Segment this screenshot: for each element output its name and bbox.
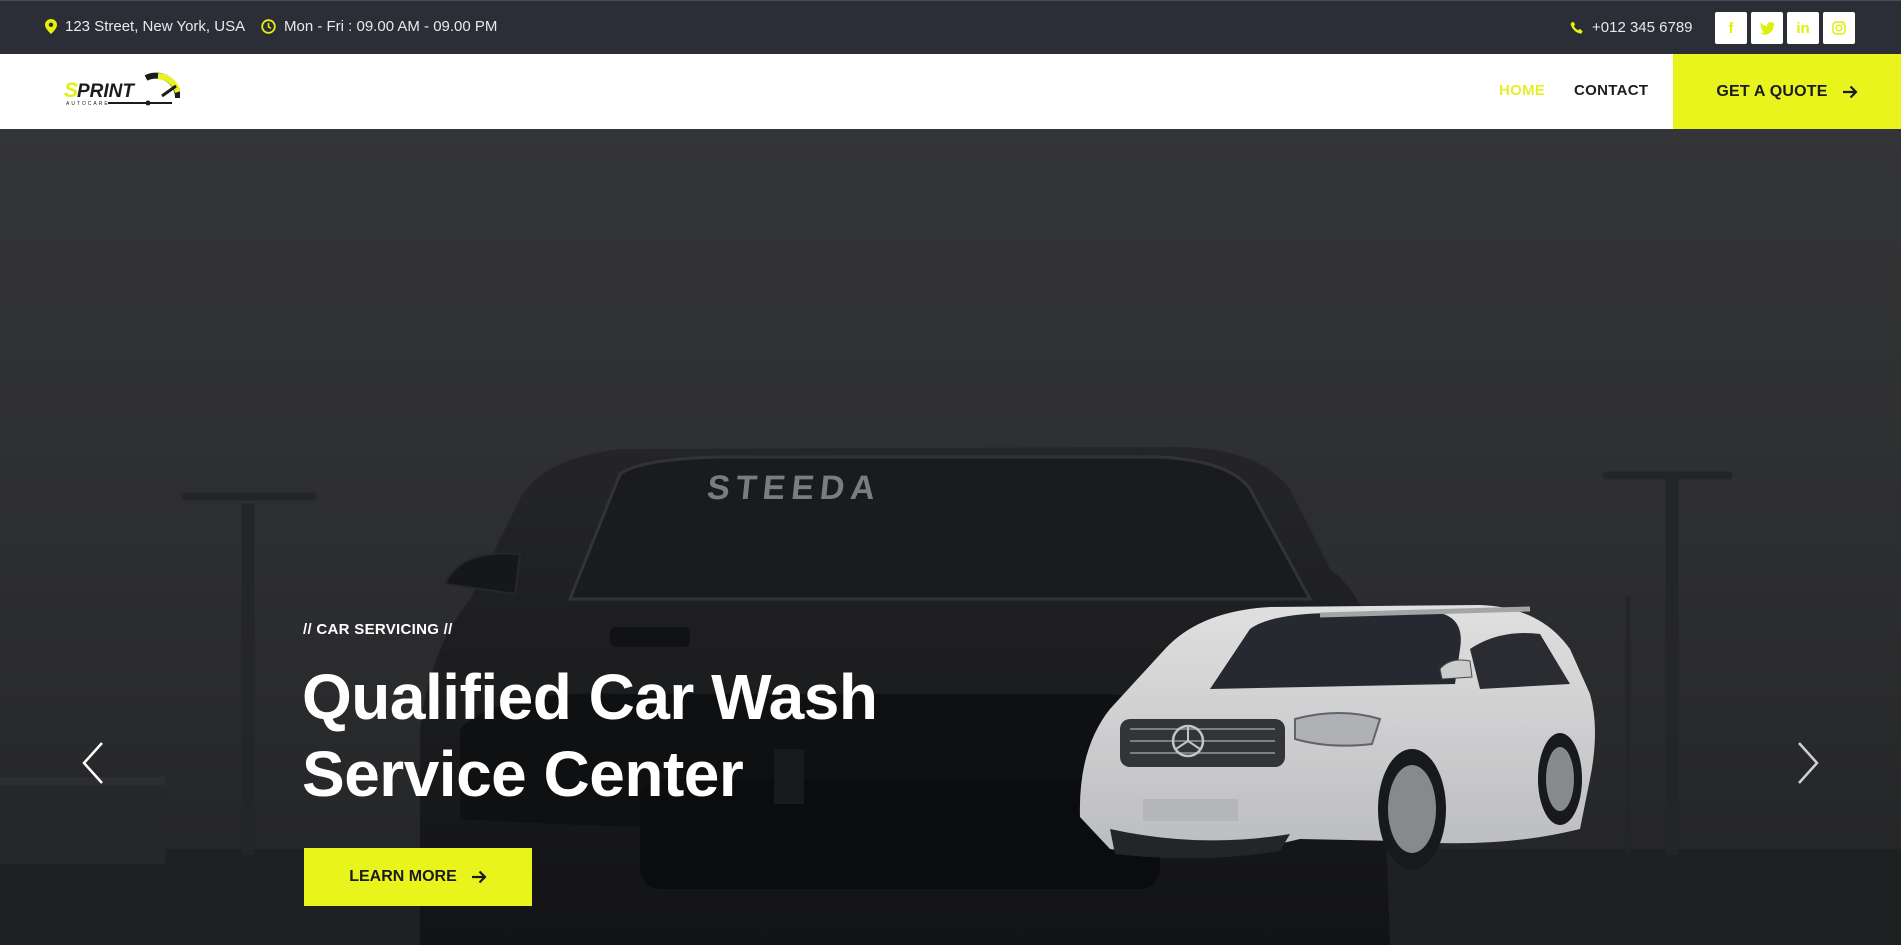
phone-icon <box>1570 21 1583 34</box>
hero-kicker: // CAR SERVICING // <box>303 621 453 638</box>
learn-more-button[interactable]: LEARN MORE <box>304 848 532 906</box>
hours-item: Mon - Fri : 09.00 AM - 09.00 PM <box>261 18 497 35</box>
chevron-right-icon <box>1798 742 1819 784</box>
hero-carousel: STEEDA // CAR SERVICING // Qualified Car… <box>0 129 1901 945</box>
hero-title-line-1: Qualified Car Wash <box>302 661 878 733</box>
facebook-icon[interactable]: f <box>1715 12 1747 44</box>
twitter-icon[interactable] <box>1751 12 1783 44</box>
social-links: f in <box>1715 12 1855 44</box>
learn-more-label: LEARN MORE <box>349 868 457 885</box>
hero-title-line-2: Service Center <box>302 738 744 810</box>
nav-contact-link[interactable]: CONTACT <box>1574 82 1648 99</box>
phone-item[interactable]: +012 345 6789 <box>1570 19 1693 36</box>
arrow-right-icon <box>1842 85 1858 98</box>
address-item: 123 Street, New York, USA <box>45 18 245 35</box>
hero-title: Qualified Car Wash Service Center <box>302 659 878 813</box>
clock-icon <box>261 19 276 34</box>
site-logo[interactable]: S PRINT AUTOCARE <box>62 72 182 117</box>
sprint-autocare-logo: S PRINT AUTOCARE <box>64 72 182 107</box>
svg-text:S: S <box>64 79 78 102</box>
arrow-right-icon <box>471 870 487 884</box>
nav-home-link[interactable]: HOME <box>1499 82 1545 99</box>
carousel-prev-button[interactable] <box>80 741 106 790</box>
instagram-icon[interactable] <box>1823 12 1855 44</box>
address-text: 123 Street, New York, USA <box>65 18 246 35</box>
hero-overlay <box>0 129 1901 945</box>
phone-text: +012 345 6789 <box>1592 19 1693 36</box>
svg-text:AUTOCARE: AUTOCARE <box>66 101 110 107</box>
top-info-bar: 123 Street, New York, USA Mon - Fri : 09… <box>0 0 1901 54</box>
get-quote-button[interactable]: GET A QUOTE <box>1673 54 1901 129</box>
linkedin-icon[interactable]: in <box>1787 12 1819 44</box>
svg-text:PRINT: PRINT <box>77 81 135 102</box>
hours-text: Mon - Fri : 09.00 AM - 09.00 PM <box>284 18 498 35</box>
get-quote-label: GET A QUOTE <box>1716 82 1828 100</box>
map-pin-icon <box>45 19 57 34</box>
main-navbar: S PRINT AUTOCARE HOME CONTACT GET A QUOT… <box>0 54 1901 129</box>
chevron-left-icon <box>82 742 103 784</box>
carousel-next-button[interactable] <box>1795 741 1821 790</box>
